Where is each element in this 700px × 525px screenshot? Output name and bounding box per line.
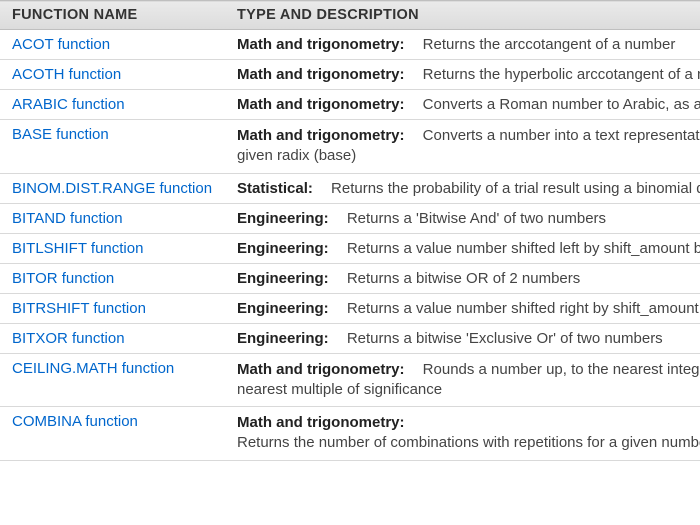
function-link[interactable]: ACOT function: [12, 36, 110, 53]
table-row: ACOT function Math and trigonometry: Ret…: [0, 30, 700, 60]
category-label: Math and trigonometry:: [237, 36, 419, 53]
category-label: Math and trigonometry:: [237, 127, 419, 144]
category-label: Engineering:: [237, 270, 343, 287]
description-text: Returns a bitwise 'Exclusive Or' of two …: [347, 330, 663, 347]
description-text: Returns a 'Bitwise And' of two numbers: [347, 210, 606, 227]
table-row: BASE function Math and trigonometry: Con…: [0, 120, 700, 174]
table-row: BITOR function Engineering: Returns a bi…: [0, 263, 700, 293]
description-text: Returns a bitwise OR of 2 numbers: [347, 270, 580, 287]
category-label: Math and trigonometry:: [237, 66, 419, 83]
description-text: Returns a value number shifted right by …: [347, 300, 700, 317]
function-link[interactable]: BINOM.DIST.RANGE function: [12, 180, 212, 197]
function-reference-table: FUNCTION NAME TYPE AND DESCRIPTION ACOT …: [0, 0, 700, 461]
description-text: Returns the arccotangent of a number: [423, 36, 676, 53]
table-row: BITAND function Engineering: Returns a '…: [0, 203, 700, 233]
description-text-cont: Returns the number of combinations with …: [237, 434, 700, 451]
description-text: Rounds a number up, to the nearest integ…: [423, 361, 700, 378]
header-function-name: FUNCTION NAME: [0, 1, 227, 30]
category-label: Engineering:: [237, 240, 343, 257]
description-text: Converts a Roman number to Arabic, as a …: [423, 96, 700, 113]
category-label: Math and trigonometry:: [237, 96, 419, 113]
function-link[interactable]: COMBINA function: [12, 413, 138, 430]
category-label: Math and trigonometry:: [237, 414, 419, 431]
function-link[interactable]: BITOR function: [12, 270, 114, 287]
function-link[interactable]: BITXOR function: [12, 330, 125, 347]
description-text: Converts a number into a text representa…: [423, 127, 700, 144]
table-row: ARABIC function Math and trigonometry: C…: [0, 90, 700, 120]
function-link[interactable]: ACOTH function: [12, 66, 121, 83]
function-link[interactable]: BASE function: [12, 126, 109, 143]
table-header-row: FUNCTION NAME TYPE AND DESCRIPTION: [0, 1, 700, 30]
table-row: ACOTH function Math and trigonometry: Re…: [0, 60, 700, 90]
function-link[interactable]: CEILING.MATH function: [12, 360, 174, 377]
table-row: BITLSHIFT function Engineering: Returns …: [0, 233, 700, 263]
category-label: Engineering:: [237, 300, 343, 317]
category-label: Engineering:: [237, 210, 343, 227]
description-text: Returns a value number shifted left by s…: [347, 240, 700, 257]
category-label: Engineering:: [237, 330, 343, 347]
header-type-description: TYPE AND DESCRIPTION: [227, 1, 700, 30]
table-row: BITXOR function Engineering: Returns a b…: [0, 323, 700, 353]
description-text: Returns the probability of a trial resul…: [331, 180, 700, 197]
category-label: Math and trigonometry:: [237, 361, 419, 378]
description-text-cont: nearest multiple of significance: [237, 381, 442, 398]
table-row: CEILING.MATH function Math and trigonome…: [0, 353, 700, 407]
function-link[interactable]: BITRSHIFT function: [12, 300, 146, 317]
function-link[interactable]: ARABIC function: [12, 96, 125, 113]
table-row: BINOM.DIST.RANGE function Statistical: R…: [0, 173, 700, 203]
function-link[interactable]: BITAND function: [12, 210, 123, 227]
table-row: BITRSHIFT function Engineering: Returns …: [0, 293, 700, 323]
category-label: Statistical:: [237, 180, 327, 197]
function-link[interactable]: BITLSHIFT function: [12, 240, 143, 257]
description-text: Returns the hyperbolic arccotangent of a…: [423, 66, 700, 83]
table-row: COMBINA function Math and trigonometry: …: [0, 407, 700, 461]
description-text-cont: given radix (base): [237, 147, 356, 164]
